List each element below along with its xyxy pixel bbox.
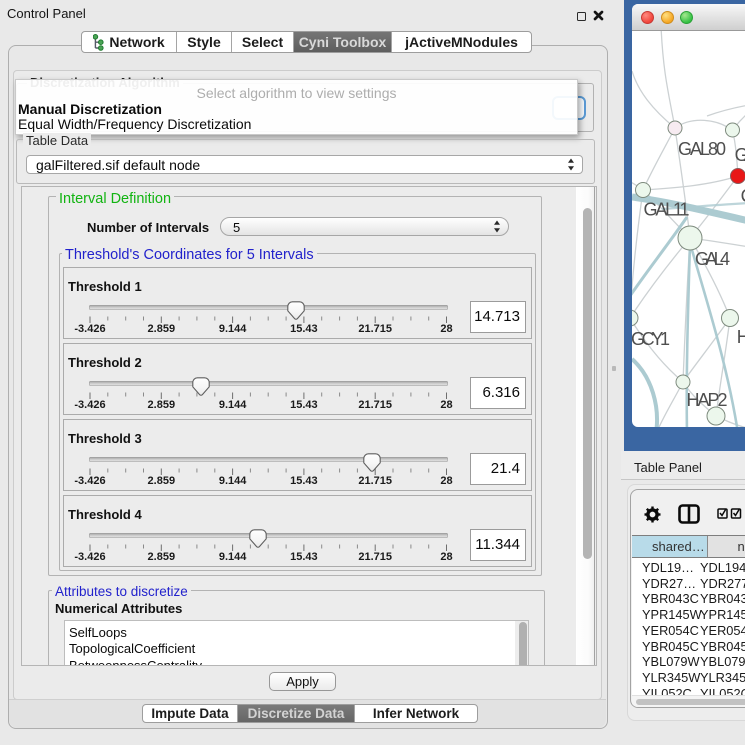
svg-text:HAP2: HAP2 bbox=[687, 390, 728, 410]
svg-text:C: C bbox=[741, 186, 745, 206]
svg-text:GA: GA bbox=[735, 145, 745, 165]
svg-text:H: H bbox=[737, 327, 745, 347]
svg-text:GAL80: GAL80 bbox=[678, 139, 726, 159]
svg-text:GAL4: GAL4 bbox=[695, 249, 730, 269]
svg-text:GCY1: GCY1 bbox=[632, 329, 670, 349]
svg-text:GAL11: GAL11 bbox=[644, 200, 690, 220]
